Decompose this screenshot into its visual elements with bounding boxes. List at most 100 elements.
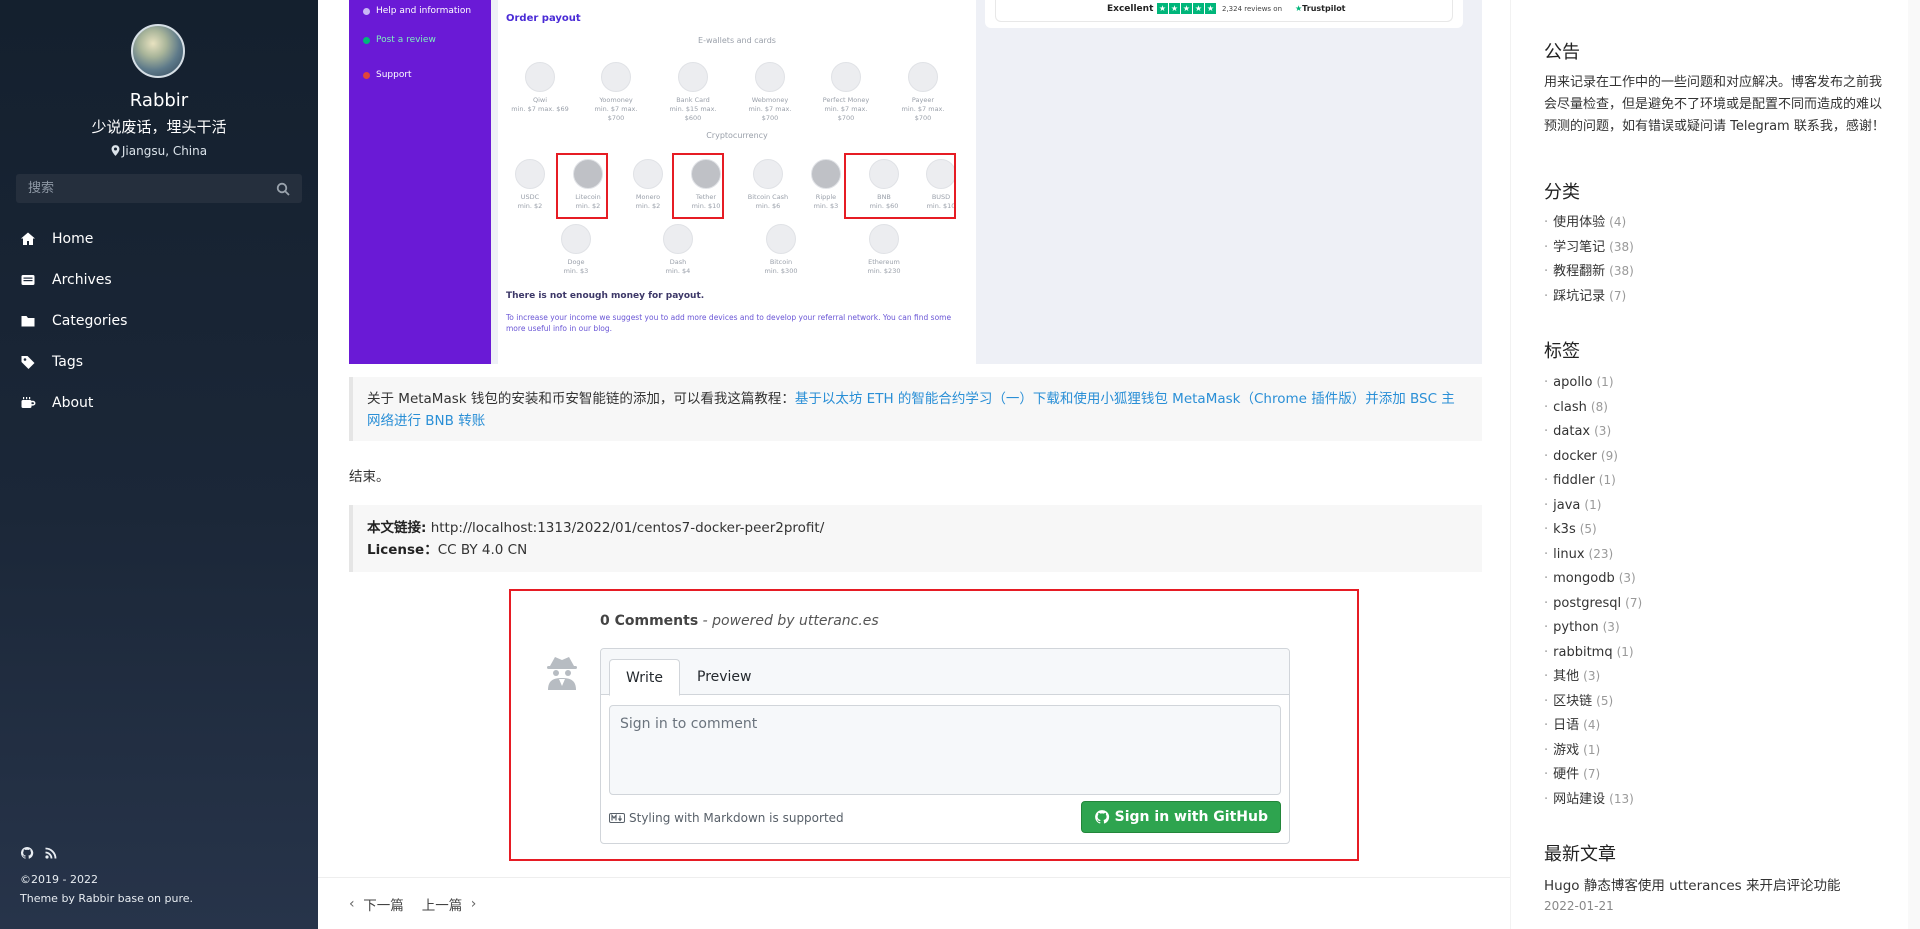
- prev-post-link[interactable]: 上一篇 ›: [422, 894, 477, 914]
- coin-icon: [633, 159, 663, 189]
- star-icon: ★: [1181, 3, 1192, 14]
- github-icon: [1094, 810, 1109, 824]
- tag-name: 日语: [1553, 718, 1580, 733]
- folder-icon: [21, 316, 35, 327]
- tag-item[interactable]: rabbitmq(1): [1544, 640, 1642, 665]
- coin-icon: [766, 224, 796, 254]
- not-enough-text: There is not enough money for payout.: [506, 291, 705, 301]
- category-item[interactable]: 学习笔记(38): [1544, 235, 1634, 260]
- tag-item[interactable]: postgresql(7): [1544, 591, 1642, 616]
- nav-home[interactable]: Home: [20, 226, 93, 252]
- nav-categories[interactable]: Categories: [20, 308, 127, 334]
- tag-item[interactable]: java(1): [1544, 493, 1642, 518]
- tag-item[interactable]: datax(3): [1544, 419, 1642, 444]
- tag-count: (8): [1590, 399, 1608, 414]
- tag-item[interactable]: fiddler(1): [1544, 468, 1642, 493]
- tag-item[interactable]: 游戏(1): [1544, 738, 1642, 763]
- pay-min: min. $7 max. $700: [901, 105, 945, 122]
- tag-item[interactable]: k3s(5): [1544, 517, 1642, 542]
- pay-option: Dash min. $4: [648, 224, 708, 276]
- search-input[interactable]: [16, 174, 266, 203]
- screenshot-side-label: Post a review: [376, 35, 436, 45]
- latest-post-link[interactable]: Hugo 静态博客使用 utterances 来开启评论功能: [1544, 874, 1841, 894]
- avatar[interactable]: [131, 24, 185, 78]
- article-link-url[interactable]: http://localhost:1313/2022/01/centos7-do…: [431, 520, 825, 536]
- category-item[interactable]: 使用体验(4): [1544, 210, 1634, 235]
- author-location: Jiangsu, China: [0, 144, 318, 158]
- wallet-icon: [525, 62, 555, 92]
- tag-name: datax: [1553, 424, 1591, 439]
- pay-name: Payeer: [911, 96, 935, 104]
- metamask-note: 关于 MetaMask 钱包的安装和币安智能链的添加，可以看我这篇教程：基于以太…: [349, 377, 1482, 441]
- rating-stars: ★ ★ ★ ★ ★: [1157, 3, 1216, 14]
- screenshot-side-label: Help and information: [376, 6, 472, 16]
- screenshot-side-item: Post a review: [363, 35, 436, 45]
- search-icon[interactable]: [276, 182, 290, 196]
- wallet-icon: [755, 62, 785, 92]
- wallet-icon: [908, 62, 938, 92]
- next-post-link[interactable]: ‹ 下一篇: [349, 894, 404, 914]
- crypto-heading: Cryptocurrency: [706, 131, 768, 140]
- tag-item[interactable]: 日语(4): [1544, 713, 1642, 738]
- tag-item[interactable]: python(3): [1544, 615, 1642, 640]
- signin-github-button[interactable]: Sign in with GitHub: [1080, 801, 1281, 833]
- tag-item[interactable]: apollo(1): [1544, 370, 1642, 395]
- screenshot-right-panel: Excellent ★ ★ ★ ★ ★ 2,324 reviews on ★Trustp…: [985, 0, 1463, 28]
- pay-name: Monero: [635, 193, 661, 201]
- pay-min: min. $15 max. $600: [669, 105, 717, 122]
- markdown-note-text: Styling with Markdown is supported: [629, 811, 844, 825]
- markdown-icon: [609, 813, 625, 823]
- pay-option: Yoomoney min. $7 max. $700: [586, 62, 646, 123]
- page-scrollbar[interactable]: [1908, 0, 1920, 929]
- increase-text: To increase your income we suggest you t…: [506, 313, 952, 333]
- comments-header: 0 Comments - powered by utteranc.es: [600, 613, 879, 629]
- license-label: License：: [367, 542, 438, 558]
- tag-item[interactable]: clash(8): [1544, 395, 1642, 420]
- pay-name: Webmoney: [751, 96, 789, 104]
- github-icon[interactable]: [20, 846, 34, 860]
- pay-option: Payeer min. $7 max. $700: [893, 62, 953, 123]
- tag-name: 区块链: [1553, 693, 1593, 709]
- author-motto: 少说废话，埋头干活: [91, 118, 227, 136]
- tag-name: 其他: [1553, 669, 1580, 684]
- markdown-note[interactable]: Styling with Markdown is supported: [609, 811, 844, 825]
- tab-write[interactable]: Write: [609, 659, 680, 696]
- note-text: 关于 MetaMask 钱包的安装和币安智能链的添加，可以看我这篇教程：: [367, 391, 795, 407]
- article-link-label: 本文链接:: [367, 520, 427, 536]
- coffee-icon: [21, 397, 36, 408]
- comment-form: Write Preview Styling with Markdown is s…: [600, 648, 1290, 844]
- comment-tabs: Write Preview: [601, 649, 1289, 696]
- pay-option: Doge min. $3: [546, 224, 606, 276]
- author-name[interactable]: Rabbir: [0, 90, 318, 111]
- tag-item[interactable]: 区块链(5): [1544, 689, 1642, 714]
- pay-name: Perfect Money: [822, 96, 870, 104]
- nav-categories-label: Categories: [52, 313, 128, 329]
- nav-about[interactable]: About: [20, 390, 93, 416]
- ewallets-heading: E-wallets and cards: [698, 36, 776, 45]
- nav-archives[interactable]: Archives: [20, 267, 112, 293]
- tag-item[interactable]: 硬件(7): [1544, 762, 1642, 787]
- comment-textarea[interactable]: [609, 705, 1281, 795]
- tag-item[interactable]: docker(9): [1544, 444, 1642, 469]
- tag-item[interactable]: linux(23): [1544, 542, 1642, 567]
- pay-option: Bank Card min. $15 max. $600: [663, 62, 723, 123]
- tag-item[interactable]: mongodb(3): [1544, 566, 1642, 591]
- category-item[interactable]: 踩坑记录(7): [1544, 284, 1634, 309]
- comments-powered-by[interactable]: - powered by utteranc.es: [703, 613, 879, 629]
- tag-name: linux: [1553, 546, 1585, 562]
- tag-item[interactable]: 其他(3): [1544, 664, 1642, 689]
- star-icon: ★: [1157, 3, 1168, 14]
- nav-tags[interactable]: Tags: [20, 349, 83, 375]
- pay-name: Dash: [669, 258, 687, 266]
- category-item[interactable]: 教程翻新(38): [1544, 259, 1634, 284]
- rss-icon[interactable]: [44, 846, 58, 860]
- help-icon: [363, 7, 370, 15]
- tag-name: 游戏: [1553, 742, 1580, 758]
- pay-option: Bitcoin min. $300: [751, 224, 811, 276]
- tab-preview[interactable]: Preview: [681, 659, 768, 696]
- category-name: 教程翻新: [1553, 264, 1606, 279]
- archive-icon: [21, 275, 35, 285]
- tag-count: (7): [1625, 595, 1643, 610]
- comments-section: 0 Comments - powered by utteranc.es Writ…: [509, 589, 1359, 861]
- tag-item[interactable]: 网站建设(13): [1544, 787, 1642, 812]
